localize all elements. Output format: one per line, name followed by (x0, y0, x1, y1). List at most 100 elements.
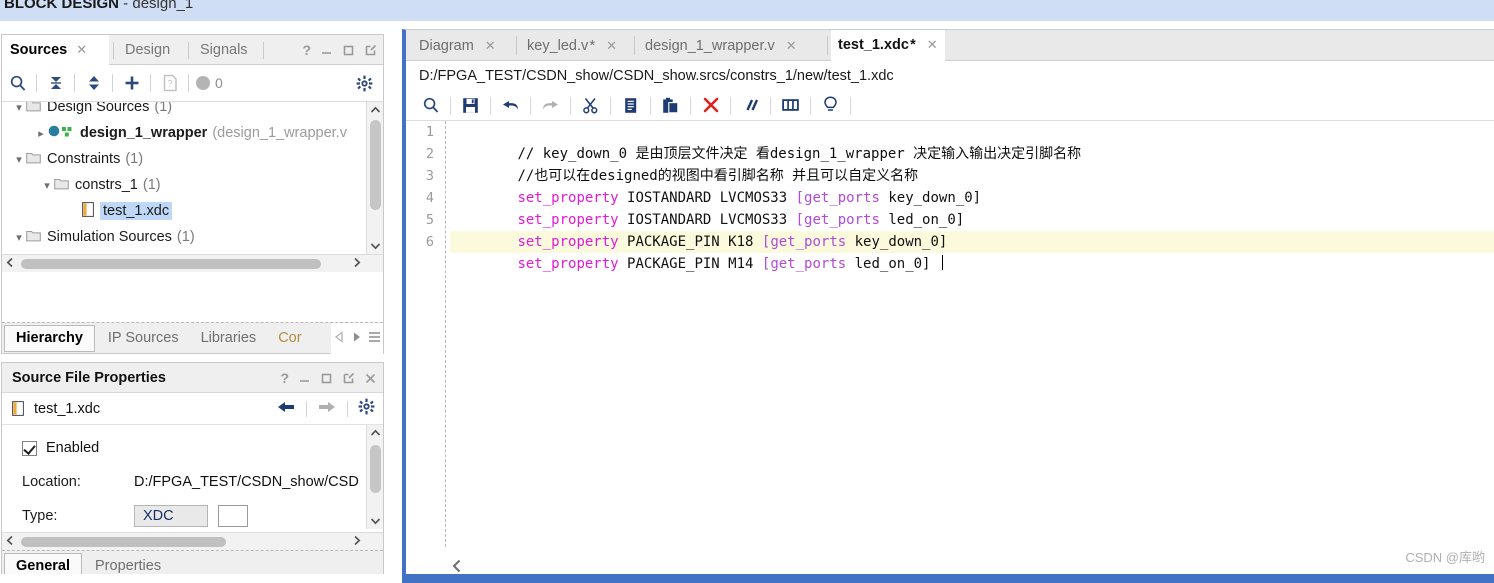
tab-key-led-v[interactable]: key_led.v * ✕ (520, 30, 624, 61)
close-icon[interactable] (364, 372, 377, 385)
tab-signals[interactable]: Signals (192, 35, 256, 65)
columns-icon[interactable] (775, 90, 806, 121)
scroll-left-icon[interactable] (2, 534, 18, 549)
next-tab-icon[interactable] (351, 330, 362, 348)
tab-compile-order[interactable]: Cor (267, 323, 312, 354)
tree-vertical-scrollbar[interactable] (366, 102, 383, 254)
enabled-checkbox[interactable] (22, 440, 37, 456)
report-icon[interactable]: ? (154, 74, 185, 92)
tree-item-label: design_1_wrapper (80, 125, 208, 141)
paste-icon[interactable] (655, 90, 686, 121)
save-icon[interactable] (455, 90, 486, 121)
scroll-left-icon[interactable] (2, 256, 18, 271)
scrollbar-track[interactable] (18, 254, 349, 272)
maximize-icon[interactable] (342, 44, 355, 57)
tab-modified-marker: * (588, 37, 596, 54)
float-icon[interactable] (364, 44, 377, 57)
type-extra-input[interactable] (218, 505, 248, 527)
search-icon[interactable] (415, 90, 446, 121)
delete-icon[interactable] (695, 90, 726, 121)
undo-icon[interactable] (495, 90, 526, 121)
close-icon[interactable]: ✕ (786, 38, 797, 54)
tab-sources[interactable]: Sources ✕ (2, 35, 109, 65)
type-field[interactable]: Type: XDC (22, 499, 383, 529)
tab-libraries[interactable]: Libraries (190, 323, 268, 354)
properties-horizontal-scrollbar[interactable] (2, 532, 383, 551)
float-icon[interactable] (342, 372, 355, 385)
forward-icon[interactable] (317, 400, 337, 419)
scrollbar-thumb[interactable] (21, 536, 226, 547)
divider (450, 96, 451, 114)
code-line[interactable]: // key_down_0 是由顶层文件决定 看design_1_wrapper… (450, 121, 1494, 162)
close-icon[interactable]: ✕ (606, 38, 617, 54)
line-number: 2 (425, 146, 434, 162)
tab-design-label: Design (125, 42, 171, 58)
add-sources-icon[interactable] (116, 74, 147, 92)
divider (347, 401, 348, 417)
sources-tree[interactable]: ▾ Design Sources (1) ▸ design_1_wrapper … (2, 102, 383, 272)
tab-test-1-xdc[interactable]: test_1.xdc * ✕ (831, 30, 945, 61)
tree-item-constraints[interactable]: ▾ Constraints (1) (2, 146, 383, 172)
close-icon[interactable]: ✕ (927, 37, 938, 53)
line-number-gutter: 1 2 3 4 5 6 (406, 121, 440, 547)
tab-diagram[interactable]: Diagram ✕ (412, 30, 503, 61)
chevron-down-icon[interactable]: ▾ (12, 231, 26, 244)
page-title-prefix: BLOCK DESIGN (4, 0, 120, 12)
help-icon[interactable]: ? (302, 43, 311, 57)
cut-icon[interactable] (575, 90, 606, 121)
scroll-right-icon[interactable] (349, 256, 365, 271)
scrollbar-thumb[interactable] (370, 120, 381, 210)
back-icon[interactable] (276, 400, 296, 419)
redo-icon[interactable] (535, 90, 566, 121)
tab-design[interactable]: Design (117, 35, 178, 65)
tree-item-constrs-1[interactable]: ▾ constrs_1 (1) (2, 172, 383, 198)
collapse-all-icon[interactable] (40, 74, 71, 92)
scrollbar-thumb[interactable] (21, 258, 321, 269)
enabled-field[interactable]: Enabled (22, 431, 383, 465)
tree-item-simulation-sources[interactable]: ▾ Simulation Sources (1) (2, 224, 383, 250)
page-title-design-name: design_1 (132, 0, 194, 12)
code-area[interactable]: 1 2 3 4 5 6 // key_down_0 是由顶层文件决定 看desi… (406, 121, 1494, 547)
code-token-plain: PACKAGE_PIN M14 (618, 256, 762, 272)
scroll-up-icon[interactable] (367, 102, 383, 118)
scrollbar-track[interactable] (18, 532, 349, 551)
expand-all-icon[interactable] (78, 74, 109, 92)
gear-icon[interactable] (356, 75, 373, 97)
divider (770, 96, 771, 114)
tab-hierarchy[interactable]: Hierarchy (4, 324, 95, 352)
code-lines[interactable]: // key_down_0 是由顶层文件决定 看design_1_wrapper… (450, 121, 1494, 272)
tree-item-label: test_1.xdc (100, 202, 173, 220)
chevron-down-icon[interactable]: ▾ (40, 179, 54, 192)
properties-vertical-scrollbar[interactable] (366, 425, 383, 529)
minimize-icon[interactable] (320, 44, 333, 57)
location-field: Location: D:/FPGA_TEST/CSDN_show/CSD (22, 465, 383, 499)
gear-icon[interactable] (358, 398, 375, 420)
hint-icon[interactable] (815, 90, 846, 121)
maximize-icon[interactable] (320, 372, 333, 385)
tab-list-icon[interactable] (368, 330, 381, 348)
scroll-down-icon[interactable] (367, 238, 383, 254)
status-badge[interactable]: 0 (196, 75, 223, 91)
tab-design-1-wrapper-v[interactable]: design_1_wrapper.v ✕ (638, 30, 804, 61)
tab-ip-sources[interactable]: IP Sources (97, 323, 190, 354)
tree-item-design-sources[interactable]: ▾ Design Sources (1) (2, 102, 383, 120)
comment-icon[interactable] (735, 90, 766, 121)
scroll-right-icon[interactable] (349, 534, 365, 549)
tree-item-test-1-xdc[interactable]: test_1.xdc (2, 198, 383, 224)
chevron-right-icon[interactable]: ▸ (34, 127, 48, 140)
chevron-down-icon[interactable]: ▾ (12, 153, 26, 166)
close-icon[interactable]: ✕ (76, 42, 87, 58)
scrollbar-thumb[interactable] (370, 445, 381, 493)
scroll-up-icon[interactable] (367, 425, 383, 441)
type-select[interactable]: XDC (134, 505, 208, 527)
close-icon[interactable]: ✕ (485, 38, 496, 54)
prev-tab-icon[interactable] (334, 330, 345, 348)
search-icon[interactable] (2, 74, 33, 92)
scroll-down-icon[interactable] (367, 513, 383, 529)
chevron-down-icon[interactable]: ▾ (12, 102, 26, 114)
tree-item-design-1-wrapper[interactable]: ▸ design_1_wrapper (design_1_wrapper.v (2, 120, 383, 146)
copy-icon[interactable] (615, 90, 646, 121)
minimize-icon[interactable] (298, 372, 311, 385)
tree-horizontal-scrollbar[interactable] (2, 254, 383, 272)
help-icon[interactable]: ? (280, 371, 289, 385)
